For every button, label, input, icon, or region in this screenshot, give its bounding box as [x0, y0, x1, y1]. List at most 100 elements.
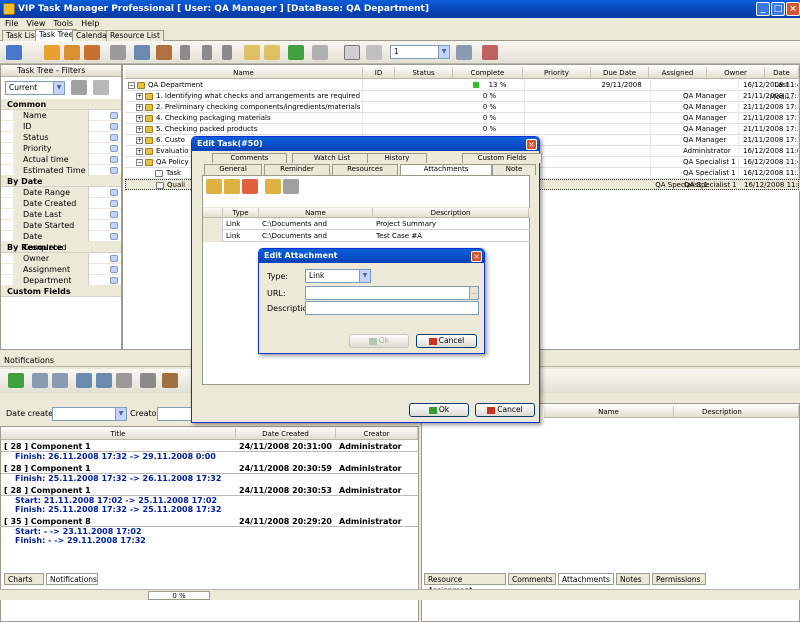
watch-icon[interactable]: [140, 373, 156, 388]
date-created-select[interactable]: ▼: [52, 407, 127, 421]
notification-row[interactable]: [ 28 ] Component 1 24/11/2008 20:30:59 Adm…: [1, 463, 418, 474]
grid-header-5[interactable]: Due Date: [591, 67, 649, 79]
edit-task-icon[interactable]: [64, 45, 80, 60]
table-row[interactable]: +4. Checking packaging materials 0 % QA Ma…: [125, 113, 799, 124]
mark-read-icon[interactable]: [76, 373, 92, 388]
detail-header-description[interactable]: Description: [674, 406, 799, 418]
notif-header-1[interactable]: Date Created: [236, 428, 336, 440]
edit-attachment-close-button[interactable]: ×: [471, 251, 482, 262]
menu-tools[interactable]: Tools: [53, 19, 73, 28]
grid-header-7[interactable]: Owner: [707, 67, 765, 79]
grid-header-4[interactable]: Priority: [523, 67, 591, 79]
edit-task-tab-watch-list[interactable]: Watch List: [292, 153, 372, 163]
type-select[interactable]: Link ▼: [305, 269, 371, 283]
bottom-tab-permissions[interactable]: Permissions: [652, 573, 706, 585]
menu-file[interactable]: File: [5, 19, 18, 28]
grid-header-3[interactable]: Complete: [453, 67, 523, 79]
refresh-icon[interactable]: [288, 45, 304, 60]
grid-header-1[interactable]: ID: [363, 67, 395, 79]
bottom-tab-charts[interactable]: Charts: [4, 573, 44, 585]
edit-task-close-button[interactable]: ×: [526, 139, 537, 150]
toggle-icon[interactable]: [344, 45, 360, 60]
chevron-down-icon[interactable]: [110, 156, 118, 163]
edit-attachment-icon[interactable]: [224, 179, 240, 194]
attachments-header-2[interactable]: Description: [373, 208, 529, 218]
grid-header-6[interactable]: Assigned: [649, 67, 707, 79]
chevron-down-icon[interactable]: [110, 167, 118, 174]
grid-header-2[interactable]: Status: [395, 67, 453, 79]
chevron-down-icon[interactable]: [110, 134, 118, 141]
close-view-icon[interactable]: [482, 45, 498, 60]
bottom-tab-notes[interactable]: Notes: [616, 573, 650, 585]
chevron-down-icon[interactable]: [110, 222, 118, 229]
minimize-button[interactable]: _: [756, 2, 770, 16]
tab-resource-list[interactable]: Resource List: [106, 30, 164, 41]
grid-header-0[interactable]: Name: [125, 67, 363, 79]
expand-icon[interactable]: +: [136, 126, 143, 133]
attachment-ok-button[interactable]: Ok: [349, 334, 409, 348]
edit-task-cancel-button[interactable]: Cancel: [475, 403, 535, 417]
chevron-down-icon[interactable]: [110, 277, 118, 284]
notif-header-0[interactable]: Title: [1, 428, 236, 440]
row-selector[interactable]: [203, 230, 223, 242]
move-up-icon[interactable]: [202, 45, 212, 60]
close-button[interactable]: ×: [786, 2, 800, 16]
maximize-button[interactable]: □: [771, 2, 785, 16]
edit-task-tab-note[interactable]: Note: [492, 164, 536, 175]
view-icon[interactable]: [134, 45, 150, 60]
row-selector[interactable]: [203, 218, 223, 230]
properties-icon[interactable]: [116, 373, 132, 388]
notification-row[interactable]: [ 28 ] Component 1 24/11/2008 20:31:00 Adm…: [1, 441, 418, 452]
expand-icon[interactable]: +: [136, 115, 143, 122]
move-down-icon[interactable]: [222, 45, 232, 60]
table-row[interactable]: +2. Preliminary checking components/ingr…: [125, 102, 799, 113]
delete-attachment-icon[interactable]: [242, 179, 258, 194]
open-attachment-icon[interactable]: [265, 179, 281, 194]
bottom-tab-comments[interactable]: Comments: [508, 573, 556, 585]
edit-task-tab-general[interactable]: General: [204, 164, 262, 175]
chevron-down-icon[interactable]: [110, 266, 118, 273]
table-row[interactable]: +5. Checking packed products 0 % QA Manage…: [125, 124, 799, 135]
attachments-header-0[interactable]: Type: [223, 208, 259, 218]
expand-icon[interactable]: +: [136, 104, 143, 111]
table-row[interactable]: − QA Department 13 % 29/11/2008 16/12/2008 1…: [125, 80, 799, 91]
filter-group-3[interactable]: Custom Fields: [1, 286, 121, 297]
table-row[interactable]: +1. Identifying what checks and arrangem…: [125, 91, 799, 102]
view-icon[interactable]: [32, 373, 48, 388]
delete-task-icon[interactable]: [84, 45, 100, 60]
attachments-header-1[interactable]: Name: [259, 208, 373, 218]
notification-row[interactable]: [ 35 ] Component 8 24/11/2008 20:29:20 Adm…: [1, 516, 418, 527]
settings-icon[interactable]: [312, 45, 328, 60]
attachment-row[interactable]: Link C:\Documents and Test Case #A: [203, 230, 530, 242]
columns-icon[interactable]: [456, 45, 472, 60]
chevron-down-icon[interactable]: [110, 189, 118, 196]
print-icon[interactable]: [366, 45, 382, 60]
filter-clear-icon[interactable]: [93, 80, 109, 95]
edit-task-tab-reminder[interactable]: Reminder: [264, 164, 330, 175]
browse-icon[interactable]: …: [469, 287, 478, 299]
export-icon[interactable]: [156, 45, 172, 60]
attachment-row[interactable]: Link C:\Documents and Project Summary: [203, 218, 530, 230]
tab-task-tree[interactable]: Task Tree: [35, 29, 78, 41]
filter-apply-icon[interactable]: [71, 80, 87, 95]
menu-view[interactable]: View: [26, 19, 45, 28]
url-input[interactable]: …: [305, 286, 479, 300]
move-updown-icon[interactable]: [180, 45, 190, 60]
grid-header-8[interactable]: Date Last Modi...: [765, 67, 799, 101]
expand-icon[interactable]: +: [136, 137, 143, 144]
level-select[interactable]: 1 ▼: [390, 45, 450, 59]
detail-header-name[interactable]: Name: [544, 406, 674, 418]
save-attachment-icon[interactable]: [283, 179, 299, 194]
attachment-cancel-button[interactable]: Cancel: [416, 334, 477, 348]
chevron-down-icon[interactable]: [110, 233, 118, 240]
refresh-icon[interactable]: [8, 373, 24, 388]
chevron-down-icon[interactable]: [110, 123, 118, 130]
outdent-icon[interactable]: [264, 45, 280, 60]
edit-task-ok-button[interactable]: Ok: [409, 403, 469, 417]
task-menu-icon[interactable]: [6, 45, 22, 60]
chevron-down-icon[interactable]: [110, 255, 118, 262]
chevron-down-icon[interactable]: [110, 211, 118, 218]
edit-task-tab-resources[interactable]: Resources: [332, 164, 398, 175]
edit-task-tab-comments[interactable]: Comments: [212, 153, 287, 163]
collapse-icon[interactable]: −: [136, 159, 143, 166]
